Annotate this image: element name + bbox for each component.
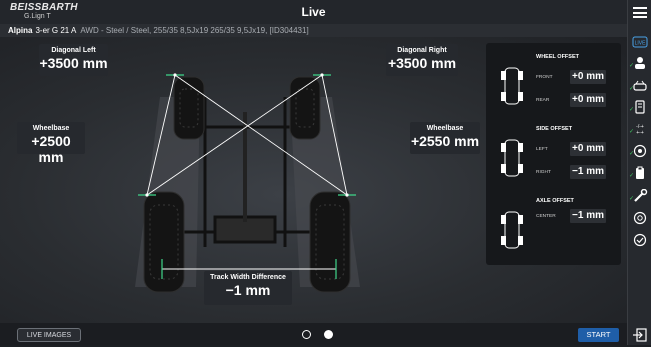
axle-offset-title: AXLE OFFSET bbox=[536, 198, 574, 204]
track-width-value: −1 mm bbox=[225, 282, 271, 298]
check-icon: ✓ bbox=[629, 173, 635, 179]
check-icon: ✓ bbox=[629, 86, 635, 92]
checkmark-circle-icon[interactable] bbox=[632, 233, 648, 249]
rear-left-wheel bbox=[143, 191, 185, 293]
wheelbase-left-label: Wheelbase bbox=[32, 125, 70, 132]
top-bar: BEISSBARTH G.Lign T Live bbox=[0, 0, 627, 24]
wheelbase-left-value: +2500 mm bbox=[31, 133, 71, 165]
front-left-wheel bbox=[173, 76, 205, 140]
check-icon: ✓ bbox=[629, 129, 635, 135]
wheel-offset-car-icon bbox=[501, 67, 523, 105]
wheel-offset-title: WHEEL OFFSET bbox=[536, 54, 579, 60]
vehicle-info-bar: Alpina 3-er G 21 A AWD - Steel / Steel, 25… bbox=[0, 24, 627, 37]
brake-icon[interactable] bbox=[632, 211, 648, 227]
page-indicator-1[interactable] bbox=[302, 330, 311, 339]
track-width-card: Track Width Difference −1 mm bbox=[204, 271, 292, 305]
check-icon: ✓ bbox=[629, 63, 635, 69]
diagonal-right-card: Diagonal Right +3500 mm bbox=[386, 44, 458, 76]
page-title: Live bbox=[301, 5, 326, 19]
rear-label: REAR bbox=[536, 98, 550, 103]
track-width-label: Track Width Difference bbox=[210, 274, 286, 281]
vehicle-model: 3-er G 21 A bbox=[35, 26, 77, 35]
live-images-button[interactable]: LIVE IMAGES bbox=[17, 328, 81, 342]
svg-text:+-+: +-+ bbox=[636, 130, 644, 136]
diagonal-right-value: +3500 mm bbox=[387, 55, 457, 71]
wheelbase-left-card: Wheelbase +2500 mm bbox=[17, 122, 85, 165]
front-offset-value: +0 mm bbox=[570, 70, 606, 84]
right-label: RIGHT bbox=[536, 170, 551, 175]
customer-icon[interactable]: ✓ bbox=[629, 56, 648, 72]
diagonal-left-label: Diagonal Left bbox=[51, 47, 96, 54]
diagonal-left-card: Diagonal Left +3500 mm bbox=[39, 44, 108, 76]
wheelbase-right-label: Wheelbase bbox=[426, 125, 464, 132]
diagonal-right-label: Diagonal Right bbox=[397, 47, 447, 54]
clipboard-icon[interactable]: ✓ bbox=[629, 166, 648, 182]
settings-sliders-icon[interactable]: ✓ -/-+ +-+ bbox=[629, 122, 648, 138]
left-label: LEFT bbox=[536, 147, 548, 152]
right-offset-value: −1 mm bbox=[570, 165, 606, 179]
right-sidebar: LIVE ✓ ✓ ✓ ✓ -/-+ +-+ ✓ ✓ ✓ bbox=[627, 0, 651, 345]
wheelbase-right-card: Wheelbase +2550 mm bbox=[410, 122, 480, 154]
rim-icon[interactable]: ✓ bbox=[629, 100, 648, 116]
exit-icon[interactable] bbox=[632, 328, 648, 342]
check-icon: ✓ bbox=[629, 196, 635, 202]
start-button[interactable]: START bbox=[578, 328, 619, 342]
vehicle-spec: AWD - Steel / Steel, 255/35 8,5Jx19 265/… bbox=[80, 26, 309, 35]
side-offset-title: SIDE OFFSET bbox=[536, 126, 573, 132]
check-icon: ✓ bbox=[629, 107, 635, 113]
measurement-stage: Diagonal Left +3500 mm Diagonal Right +3… bbox=[0, 37, 627, 323]
check-icon: ✓ bbox=[629, 151, 635, 157]
center-offset-value: −1 mm bbox=[570, 209, 606, 223]
center-label: CENTER bbox=[536, 214, 556, 219]
axle-offset-car-icon bbox=[501, 211, 523, 249]
wheelbase-right-value: +2550 mm bbox=[410, 133, 480, 149]
menu-icon[interactable] bbox=[633, 7, 647, 18]
offset-panel: WHEEL OFFSET FRONT +0 mm REAR +0 mm SIDE… bbox=[486, 43, 621, 265]
vehicle-make: Alpina bbox=[8, 26, 33, 35]
bottom-bar: LIVE IMAGES START bbox=[0, 323, 627, 345]
left-offset-value: +0 mm bbox=[570, 142, 606, 156]
vehicle-icon[interactable]: ✓ bbox=[629, 79, 648, 95]
rear-right-wheel bbox=[309, 191, 351, 293]
rear-offset-value: +0 mm bbox=[570, 93, 606, 107]
wrench-icon[interactable]: ✓ bbox=[629, 188, 648, 205]
live-icon[interactable]: LIVE bbox=[632, 35, 648, 51]
live-icon-label: LIVE bbox=[635, 41, 647, 47]
side-offset-car-icon bbox=[501, 139, 523, 177]
page-indicator-2[interactable] bbox=[324, 330, 333, 339]
diagonal-left-value: +3500 mm bbox=[39, 55, 108, 71]
front-label: FRONT bbox=[536, 75, 553, 80]
sensor-icon[interactable]: ✓ bbox=[629, 144, 648, 160]
